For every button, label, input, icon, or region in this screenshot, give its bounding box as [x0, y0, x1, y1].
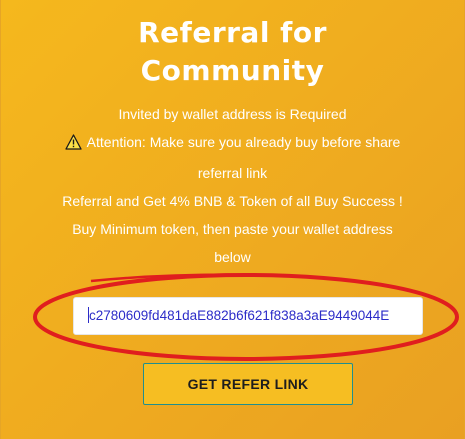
attention-text: Attention: Make sure you already buy bef…: [86, 134, 401, 150]
referral-card: Referral for Community Invited by wallet…: [0, 0, 465, 439]
attention-note: Attention: Make sure you already buy bef…: [1, 128, 464, 159]
page-title: Referral for Community: [1, 14, 464, 90]
title-line-1: Referral for: [138, 16, 327, 49]
wallet-address-input[interactable]: c2780609fd481daE882b6f621f838a3aE9449044…: [74, 298, 422, 334]
instruction-note: Buy Minimum token, then paste your walle…: [72, 221, 393, 237]
wallet-address-value: c2780609fd481daE882b6f621f838a3aE9449044…: [89, 308, 390, 323]
wallet-address-field[interactable]: c2780609fd481daE882b6f621f838a3aE9449044…: [73, 297, 423, 335]
warning-triangle-icon: [65, 131, 82, 159]
required-note: Invited by wallet address is Required: [118, 106, 347, 122]
reward-note: Referral and Get 4% BNB & Token of all B…: [62, 193, 403, 209]
instruction-note-cont: below: [214, 249, 251, 265]
attention-note-cont: referral link: [197, 165, 268, 181]
referral-instructions: Invited by wallet address is Required At…: [1, 100, 464, 271]
get-refer-link-button[interactable]: GET REFER LINK: [143, 363, 353, 405]
title-line-2: Community: [140, 54, 325, 87]
